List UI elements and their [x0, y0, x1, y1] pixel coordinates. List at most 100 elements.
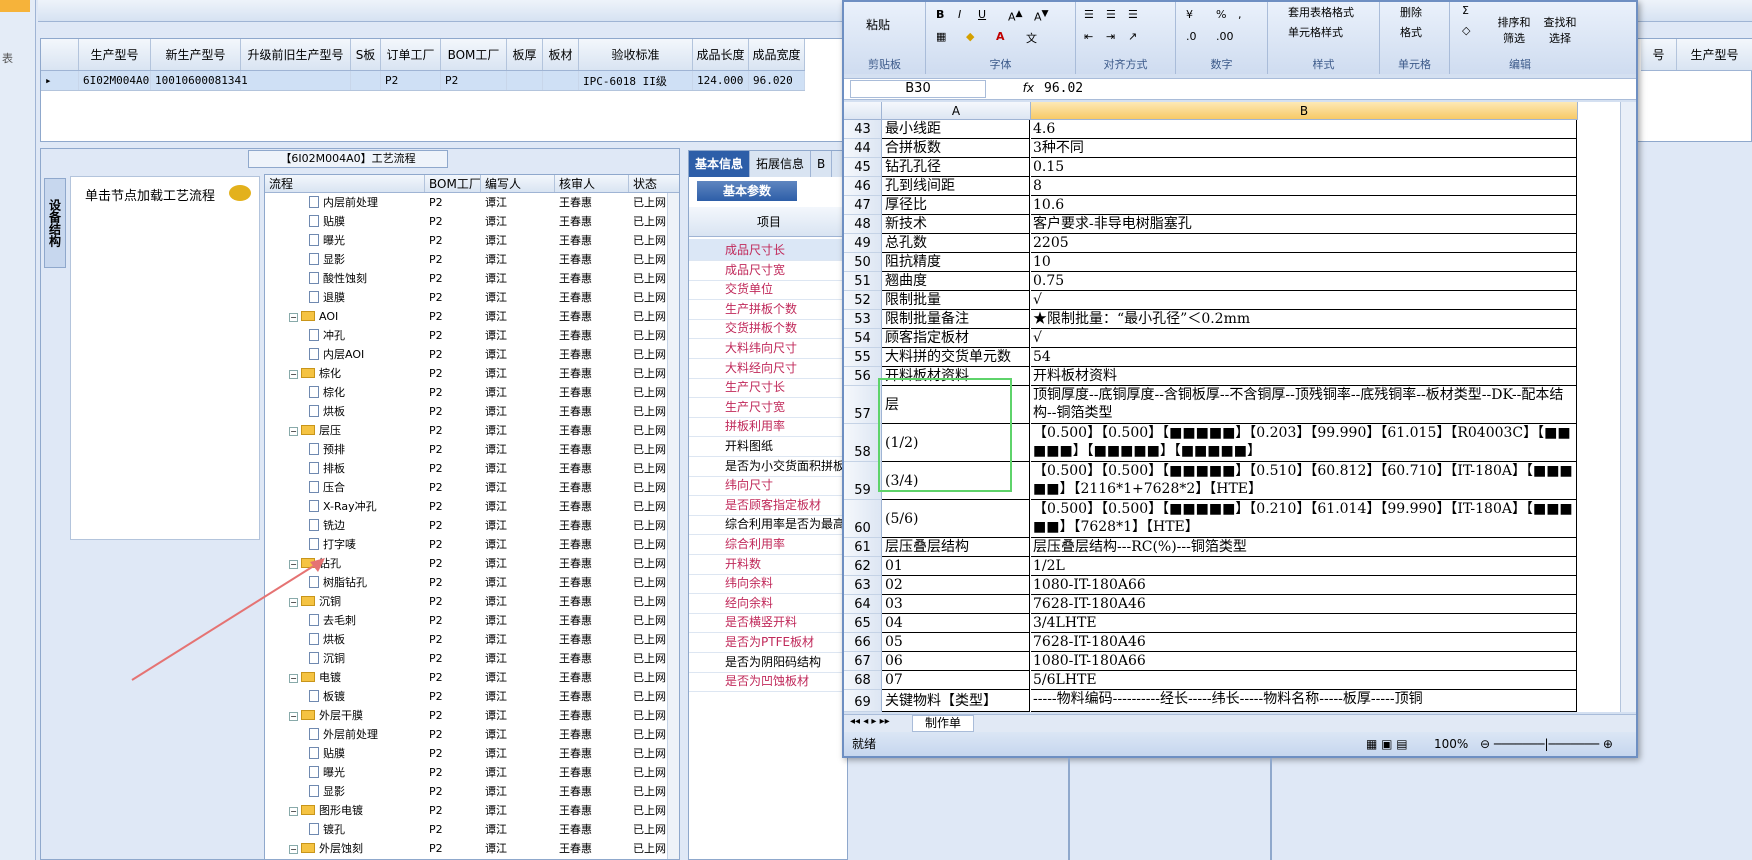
tree-row[interactable]: 外层前处理 P2 谭江 王春惠 已上网 [265, 725, 679, 744]
cell-b[interactable]: 开料板材资料 [1031, 367, 1577, 386]
row-number[interactable]: 57 [844, 386, 882, 424]
table-cell[interactable] [351, 71, 381, 90]
font-grow-icon[interactable]: A▲ [1008, 8, 1023, 24]
col-header[interactable]: 板材 [543, 39, 579, 70]
table-cell[interactable] [543, 71, 579, 90]
tree-col-header[interactable]: 核审人 [555, 175, 629, 192]
col-header[interactable]: 新生产型号 [151, 39, 241, 70]
collapse-icon[interactable]: − [289, 313, 298, 322]
cell-b[interactable]: 3/4LHTE [1031, 614, 1577, 633]
sort-filter-button[interactable]: 排序和筛选 [1494, 14, 1534, 46]
table-cell[interactable]: 10010600081341 [151, 71, 248, 90]
tab-basic-info[interactable]: 基本信息 [689, 151, 751, 177]
tree-col-header[interactable]: 编写人 [481, 175, 555, 192]
row-number[interactable]: 68 [844, 671, 882, 690]
tree-row[interactable]: 冲孔 P2 谭江 王春惠 已上网 [265, 326, 679, 345]
table-row[interactable]: ▸ 6I02M004A0 10010600081341 P2 P2 IPC-60… [41, 71, 805, 91]
tree-row[interactable]: − 图形电镀 P2 谭江 王春惠 已上网 [265, 801, 679, 820]
tree-row[interactable]: − AOI P2 谭江 王春惠 已上网 [265, 307, 679, 326]
tree-row[interactable]: 棕化 P2 谭江 王春惠 已上网 [265, 383, 679, 402]
tree-node[interactable]: 镀孔 [265, 820, 425, 839]
cell-a[interactable]: 翘曲度 [882, 272, 1030, 291]
cell-a[interactable]: 层压叠层结构 [882, 538, 1030, 557]
row-number[interactable]: 53 [844, 310, 882, 329]
tab-extended-info[interactable]: 拓展信息 [750, 151, 812, 177]
tree-node[interactable]: − 棕化 [265, 364, 425, 383]
cell-a[interactable]: 大料拼的交货单元数 [882, 348, 1030, 367]
row-number[interactable]: 64 [844, 595, 882, 614]
cell-b[interactable]: 0.75 [1031, 272, 1577, 291]
row-selector-icon[interactable]: ▸ [41, 71, 79, 90]
cell-a[interactable]: 限制批量 [882, 291, 1030, 310]
cell-b[interactable]: 10.6 [1031, 196, 1577, 215]
cell-a[interactable]: (5/6) [882, 500, 1030, 538]
row-number[interactable]: 44 [844, 139, 882, 158]
font-shrink-icon[interactable]: A▼ [1034, 8, 1049, 24]
tree-node[interactable]: 显影 [265, 782, 425, 801]
tree-node[interactable]: 外层前处理 [265, 725, 425, 744]
cell-a[interactable]: 03 [882, 595, 1030, 614]
cell-b[interactable]: 【0.500】【0.500】【■■■■■】【0.210】【61.014】【99.… [1031, 500, 1577, 538]
cell-a[interactable]: 孔到线间距 [882, 177, 1030, 196]
tree-node[interactable]: 退膜 [265, 288, 425, 307]
sheet-nav-icon[interactable]: ◂◂ ◂ ▸ ▸▸ [850, 716, 890, 727]
tree-row[interactable]: 贴膜 P2 谭江 王春惠 已上网 [265, 212, 679, 231]
collapse-icon[interactable]: − [289, 370, 298, 379]
cell-b[interactable]: 10 [1031, 253, 1577, 272]
sheet-corner[interactable] [844, 102, 882, 120]
table-cell[interactable] [241, 71, 351, 90]
cell-a[interactable]: 限制批量备注 [882, 310, 1030, 329]
sheet-scrollbar[interactable] [1620, 102, 1636, 712]
cell-a[interactable]: 合拼板数 [882, 139, 1030, 158]
tree-node[interactable]: 排板 [265, 459, 425, 478]
tree-node[interactable]: 铣边 [265, 516, 425, 535]
col-header[interactable]: S板 [351, 39, 381, 70]
cell-b[interactable]: √ [1031, 291, 1577, 310]
tree-node[interactable]: 曝光 [265, 231, 425, 250]
tree-scrollbar[interactable] [667, 193, 679, 859]
cell-b[interactable]: 5/6LHTE [1031, 671, 1577, 690]
cell-b[interactable]: 1/2L [1031, 557, 1577, 576]
row-number[interactable]: 66 [844, 633, 882, 652]
tree-row[interactable]: − 层压 P2 谭江 王春惠 已上网 [265, 421, 679, 440]
tree-row[interactable]: 预排 P2 谭江 王春惠 已上网 [265, 440, 679, 459]
find-select-button[interactable]: 查找和选择 [1540, 14, 1580, 46]
table-cell[interactable] [507, 71, 543, 90]
underline-button[interactable]: U [978, 8, 986, 21]
cell-b[interactable]: 1080-IT-180A66 [1031, 652, 1577, 671]
border-icon[interactable]: ▦ [936, 30, 946, 43]
align-left-icon[interactable]: ☰ [1084, 8, 1094, 21]
tree-node[interactable]: 预排 [265, 440, 425, 459]
cell-b[interactable]: 7628-IT-180A46 [1031, 633, 1577, 652]
cell-b[interactable]: ★限制批量：“最小孔径”＜0.2mm [1031, 310, 1577, 329]
tree-col-header[interactable]: 状态 [629, 175, 679, 192]
cell-a[interactable]: 新技术 [882, 215, 1030, 234]
tree-node[interactable]: 压合 [265, 478, 425, 497]
row-number[interactable]: 59 [844, 462, 882, 500]
table-cell[interactable]: 96.020 [749, 71, 805, 90]
cell-a[interactable]: 06 [882, 652, 1030, 671]
tree-row[interactable]: 烘板 P2 谭江 王春惠 已上网 [265, 402, 679, 421]
row-number[interactable]: 47 [844, 196, 882, 215]
cell-b[interactable]: 1080-IT-180A66 [1031, 576, 1577, 595]
tree-row[interactable]: − 外层蚀刻 P2 谭江 王春惠 已上网 [265, 839, 679, 858]
cell-b[interactable]: 客户要求-非导电树脂塞孔 [1031, 215, 1577, 234]
column-header-b[interactable]: B [1031, 102, 1578, 120]
cell-b[interactable]: 4.6 [1031, 120, 1577, 139]
row-number[interactable]: 58 [844, 424, 882, 462]
col-header[interactable]: 生产型号 [79, 39, 151, 70]
tree-node[interactable]: − AOI [265, 307, 425, 326]
view-icons[interactable]: ▦ ▣ ▤ [1366, 732, 1408, 756]
table-cell[interactable]: P2 [441, 71, 507, 90]
cell-a[interactable]: 关键物料【类型】 [882, 690, 1030, 712]
cell-a[interactable]: 厚径比 [882, 196, 1030, 215]
comma-icon[interactable]: , [1238, 8, 1242, 21]
row-number[interactable]: 63 [844, 576, 882, 595]
cell-a[interactable]: 总孔数 [882, 234, 1030, 253]
tree-node[interactable]: 内层AOI [265, 345, 425, 364]
cell-b[interactable]: 7628-IT-180A46 [1031, 595, 1577, 614]
tree-node[interactable]: 棕化 [265, 383, 425, 402]
tree-col-header[interactable]: BOM工厂 [425, 175, 481, 192]
cell-b[interactable]: 顶铜厚度--底铜厚度--含铜板厚--不含铜厚--顶残铜率--底残铜率--板材类型… [1031, 386, 1577, 424]
table-cell[interactable]: 124.000 [693, 71, 749, 90]
